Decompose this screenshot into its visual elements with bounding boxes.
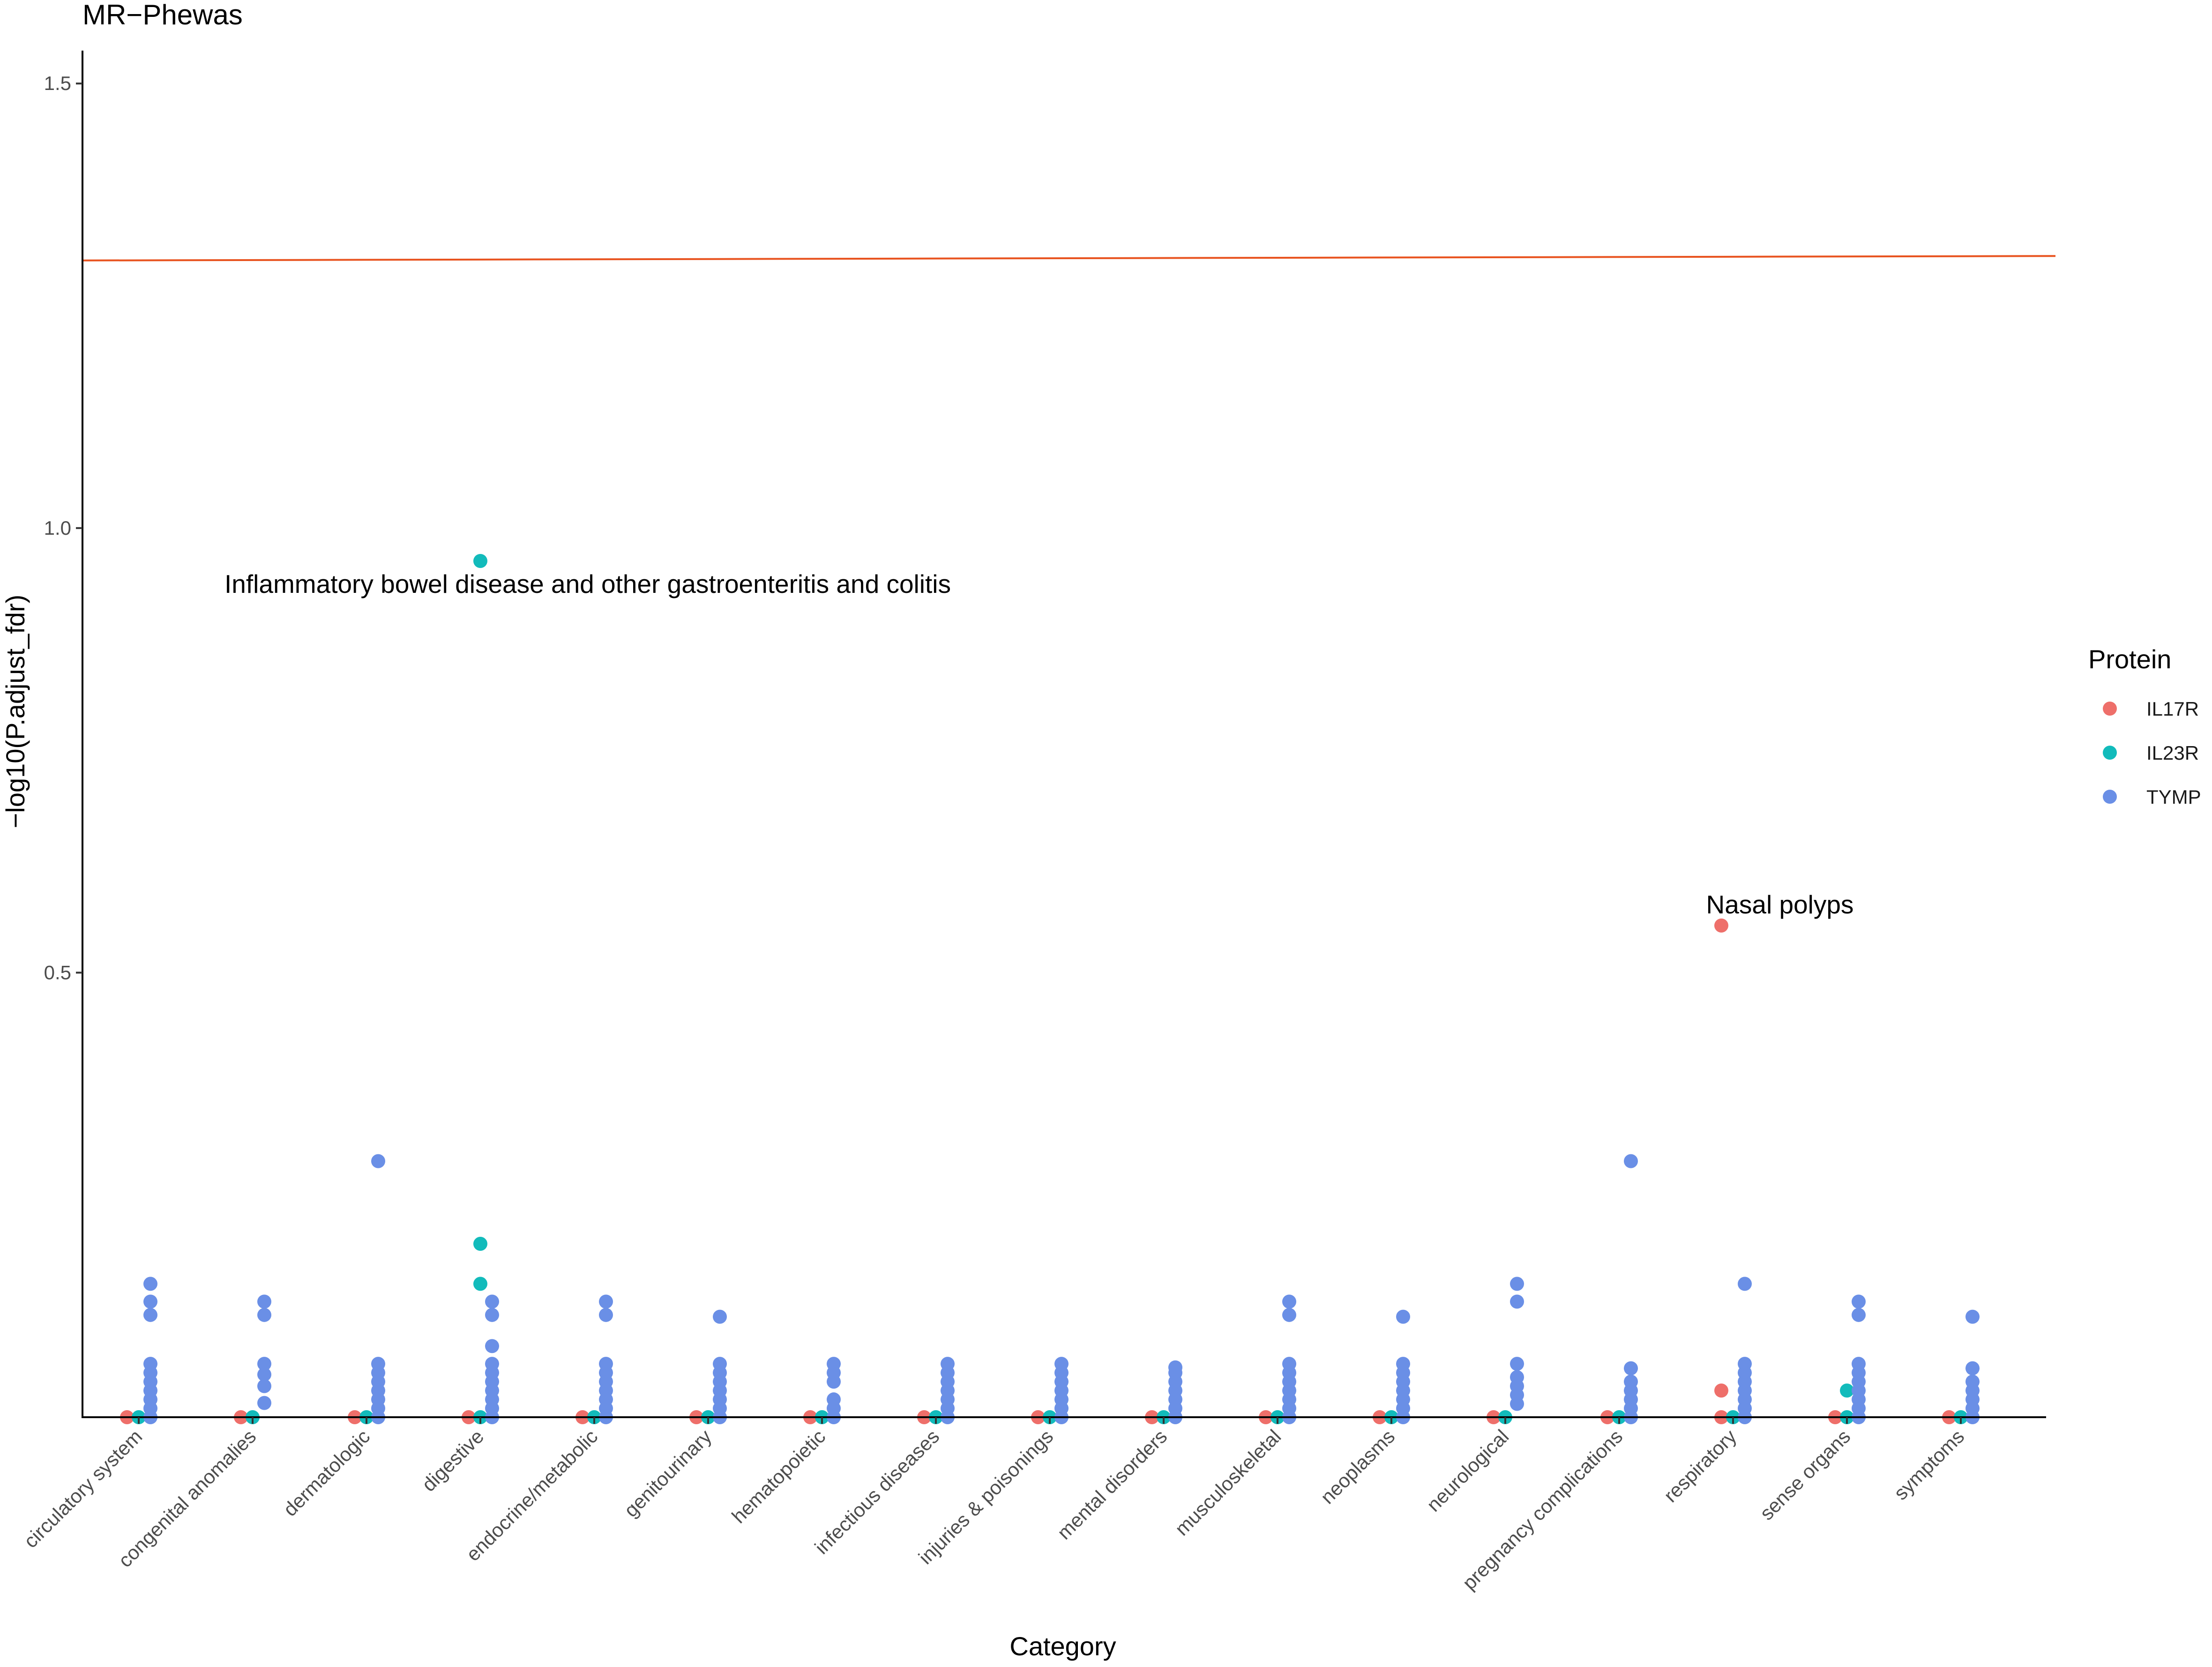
point-il23r bbox=[473, 1237, 487, 1251]
x-tick-label: infectious diseases bbox=[810, 1425, 943, 1558]
x-tick-label: respiratory bbox=[1659, 1425, 1741, 1507]
point-il23r bbox=[473, 1277, 487, 1291]
point-tymp bbox=[1624, 1154, 1638, 1168]
point-tymp bbox=[1965, 1361, 1980, 1375]
point-tymp bbox=[485, 1357, 499, 1371]
point-tymp bbox=[371, 1357, 385, 1371]
point-tymp bbox=[1738, 1357, 1752, 1371]
x-tick-label: genitourinary bbox=[620, 1425, 716, 1521]
x-tick-label: dermatologic bbox=[279, 1425, 374, 1520]
point-tymp bbox=[1282, 1357, 1296, 1371]
point-tymp bbox=[257, 1357, 271, 1371]
point-tymp bbox=[1510, 1277, 1524, 1291]
point-tymp bbox=[1738, 1277, 1752, 1291]
point-tymp bbox=[1510, 1370, 1524, 1384]
y-axis-title: −log10(P.adjust_fdr) bbox=[0, 595, 30, 829]
x-tick-label: neurological bbox=[1422, 1425, 1513, 1516]
point-tymp bbox=[257, 1308, 271, 1322]
point-tymp bbox=[257, 1294, 271, 1309]
x-tick-label: mental disorders bbox=[1053, 1425, 1172, 1544]
annotation-label: Nasal polyps bbox=[1706, 890, 1854, 919]
chart-svg: MR−Phewas Inflammatory bowel disease and… bbox=[0, 0, 2201, 1661]
point-tymp bbox=[1396, 1309, 1410, 1324]
point-tymp bbox=[1852, 1308, 1866, 1322]
point-tymp bbox=[1510, 1357, 1524, 1371]
legend: Protein IL17R IL23R TYMP bbox=[2088, 644, 2201, 808]
point-il23r bbox=[473, 553, 487, 568]
legend-label: IL17R bbox=[2146, 698, 2199, 720]
point-tymp bbox=[143, 1294, 157, 1309]
x-tick-label: hematopoietic bbox=[727, 1425, 830, 1527]
point-il17r bbox=[1714, 918, 1728, 933]
legend-label: TYMP bbox=[2146, 786, 2201, 808]
x-tick-label: circulatory system bbox=[19, 1425, 146, 1552]
x-axis: circulatory systemcongenital anomalies de… bbox=[19, 1416, 2046, 1594]
point-tymp bbox=[1624, 1375, 1638, 1389]
point-tymp bbox=[599, 1294, 613, 1309]
x-tick-label: neoplasms bbox=[1316, 1425, 1399, 1508]
point-tymp bbox=[143, 1357, 157, 1371]
point-tymp bbox=[1852, 1294, 1866, 1309]
legend-label: IL23R bbox=[2146, 742, 2199, 764]
point-tymp bbox=[941, 1357, 955, 1371]
point-tymp bbox=[1282, 1308, 1296, 1322]
legend-title: Protein bbox=[2088, 644, 2171, 674]
legend-key-il23r bbox=[2103, 746, 2117, 760]
x-tick-label: symptoms bbox=[1890, 1425, 1969, 1504]
threshold-line bbox=[82, 255, 2056, 262]
point-il17r bbox=[1714, 1383, 1728, 1398]
point-tymp bbox=[1510, 1294, 1524, 1309]
annotation-label: Inflammatory bowel disease and other gas… bbox=[224, 569, 951, 598]
legend-items: IL17R IL23R TYMP bbox=[2103, 698, 2201, 808]
chart-title: MR−Phewas bbox=[82, 0, 243, 30]
point-tymp bbox=[1624, 1361, 1638, 1375]
point-tymp bbox=[1282, 1294, 1296, 1309]
x-tick-label: endocrine/metabolic bbox=[462, 1425, 602, 1565]
x-tick-label: sense organs bbox=[1756, 1425, 1855, 1525]
point-tymp bbox=[713, 1309, 727, 1324]
x-tick-label: digestive bbox=[418, 1425, 488, 1495]
point-tymp bbox=[371, 1154, 385, 1168]
phewas-chart: MR−Phewas Inflammatory bowel disease and… bbox=[0, 0, 2212, 1665]
point-tymp bbox=[599, 1308, 613, 1322]
point-tymp bbox=[713, 1357, 727, 1371]
point-tymp bbox=[1965, 1309, 1980, 1324]
y-tick-label: 0.5 bbox=[44, 961, 71, 983]
x-axis-title: Category bbox=[1009, 1631, 1116, 1661]
point-tymp bbox=[143, 1277, 157, 1291]
point-tymp bbox=[827, 1392, 841, 1407]
point-tymp bbox=[1852, 1357, 1866, 1371]
y-axis: 0.5 1.0 1.5 bbox=[44, 51, 83, 1418]
point-tymp bbox=[1965, 1375, 1980, 1389]
y-tick-label: 1.5 bbox=[44, 72, 71, 94]
point-tymp bbox=[257, 1396, 271, 1410]
point-tymp bbox=[485, 1294, 499, 1309]
y-tick-label: 1.0 bbox=[44, 517, 71, 539]
point-tymp bbox=[1168, 1360, 1182, 1375]
x-tick-label: musculoskeletal bbox=[1171, 1425, 1285, 1540]
point-tymp bbox=[827, 1357, 841, 1371]
plot-area: Inflammatory bowel disease and other gas… bbox=[82, 255, 2056, 1424]
point-tymp bbox=[143, 1308, 157, 1322]
point-tymp bbox=[1054, 1357, 1069, 1371]
legend-key-tymp bbox=[2103, 790, 2117, 804]
legend-key-il17r bbox=[2103, 702, 2117, 716]
point-tymp bbox=[1396, 1357, 1410, 1371]
point-tymp bbox=[485, 1308, 499, 1322]
point-tymp bbox=[485, 1339, 499, 1353]
point-tymp bbox=[599, 1357, 613, 1371]
